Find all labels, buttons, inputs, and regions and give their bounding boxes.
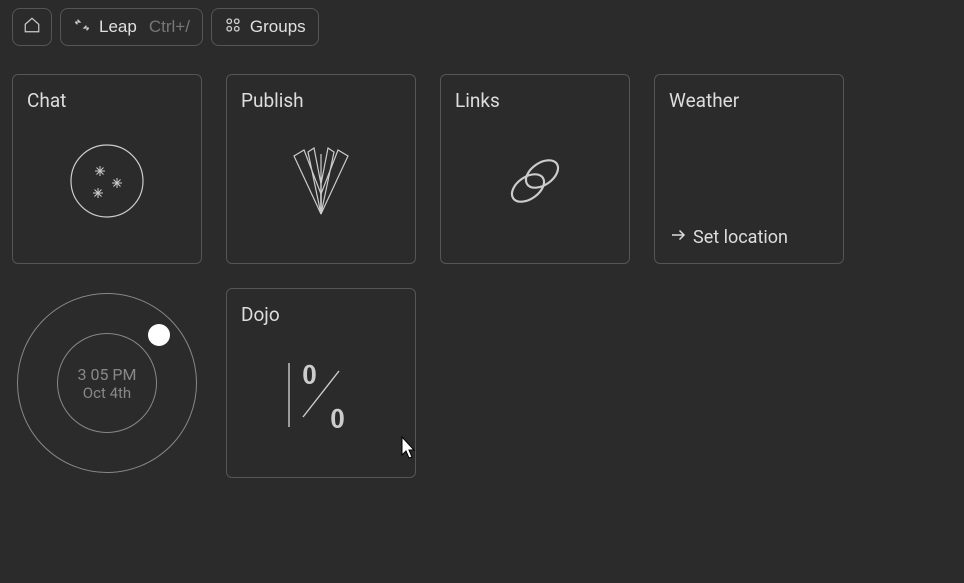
publish-tile[interactable]: Publish xyxy=(226,74,416,264)
dojo-top-value: 0 xyxy=(303,360,316,389)
chat-icon xyxy=(27,112,187,249)
leap-button[interactable]: Leap Ctrl+/ xyxy=(60,8,203,46)
clock-outer-ring: 3 05 PM Oct 4th xyxy=(17,293,197,473)
dojo-tile[interactable]: Dojo 0 0 xyxy=(226,288,416,478)
leap-shortcut-hint: Ctrl+/ xyxy=(149,17,190,37)
arrow-right-icon xyxy=(669,226,687,249)
leap-icon xyxy=(73,16,91,39)
links-icon xyxy=(455,112,615,249)
weather-tile-title: Weather xyxy=(669,89,829,112)
set-location-button[interactable]: Set location xyxy=(669,226,829,249)
dojo-icon: 0 0 xyxy=(241,326,401,463)
publish-tile-title: Publish xyxy=(241,89,401,112)
publish-icon xyxy=(241,112,401,249)
tiles-grid: Chat Publish xyxy=(0,54,964,498)
clock-time: 3 05 PM xyxy=(78,365,137,384)
toolbar: Leap Ctrl+/ Groups xyxy=(0,0,964,54)
groups-label: Groups xyxy=(250,17,306,37)
clock-orb xyxy=(148,324,170,346)
weather-tile[interactable]: Weather Set location xyxy=(654,74,844,264)
clock-date: Oct 4th xyxy=(83,384,131,402)
set-location-label: Set location xyxy=(693,227,788,248)
home-icon xyxy=(23,16,41,39)
groups-icon xyxy=(224,16,242,39)
links-tile[interactable]: Links xyxy=(440,74,630,264)
clock-tile[interactable]: 3 05 PM Oct 4th xyxy=(12,288,202,478)
links-tile-title: Links xyxy=(455,89,615,112)
groups-button[interactable]: Groups xyxy=(211,8,319,46)
chat-tile-title: Chat xyxy=(27,89,187,112)
dojo-tile-title: Dojo xyxy=(241,303,401,326)
leap-label: Leap xyxy=(99,17,137,37)
chat-tile[interactable]: Chat xyxy=(12,74,202,264)
dojo-bottom-value: 0 xyxy=(331,404,344,433)
home-button[interactable] xyxy=(12,8,52,46)
clock-inner-ring: 3 05 PM Oct 4th xyxy=(57,333,157,433)
